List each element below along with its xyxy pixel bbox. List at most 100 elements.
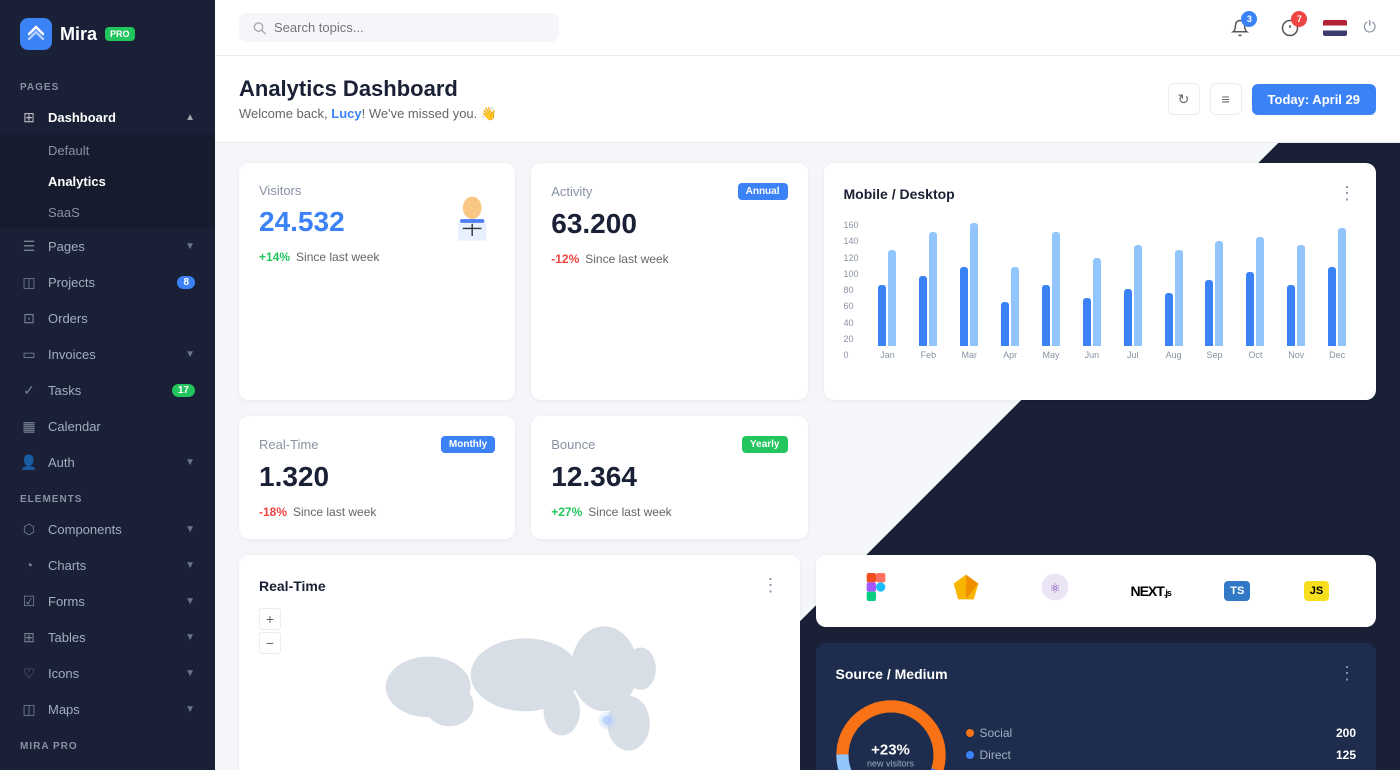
pages-icon: ☰	[20, 237, 38, 255]
sidebar-label-projects: Projects	[48, 275, 95, 290]
bar-group-jan: Jan	[869, 206, 907, 360]
chevron-down-icon-tables: ▼	[185, 632, 195, 643]
bar-dark-aug	[1165, 293, 1173, 346]
auth-icon: 👤	[20, 453, 38, 471]
right-bottom-col: ⚛ NEXT.js TS JS Source / Medium ⋮	[816, 555, 1377, 770]
map-zoom-in-button[interactable]: +	[259, 608, 281, 630]
header-buttons: ↻ ≡ Today: April 29	[1168, 83, 1376, 115]
bar-dark-nov	[1287, 285, 1295, 346]
sidebar-item-dashboard[interactable]: ⊞ Dashboard ▲	[0, 99, 215, 135]
app-name: Mira	[60, 24, 97, 45]
bar-light-mar	[970, 223, 978, 346]
map-menu[interactable]: ⋮	[762, 575, 780, 596]
stats-row-2: Real-Time Monthly 1.320 -18% Since last …	[239, 416, 1376, 539]
visitors-label: Visitors	[259, 183, 301, 198]
sidebar-label-maps: Maps	[48, 702, 80, 717]
tasks-badge: 17	[172, 384, 195, 397]
activity-change: -12%	[551, 252, 579, 266]
bar-dark-sep	[1205, 280, 1213, 346]
sidebar-item-tables[interactable]: ⊞ Tables ▼	[0, 619, 215, 655]
activity-value: 63.200	[551, 208, 787, 240]
realtime-map-card: Real-Time ⋮ + −	[239, 555, 800, 770]
logo-area: Mira PRO	[0, 0, 215, 68]
bar-label-jul: Jul	[1127, 350, 1139, 360]
filter-button[interactable]: ≡	[1210, 83, 1242, 115]
bar-group-aug: Aug	[1155, 206, 1193, 360]
redux-logo: ⚛	[1041, 573, 1077, 609]
sidebar-item-auth[interactable]: 👤 Auth ▼	[0, 444, 215, 480]
bottom-row: Real-Time ⋮ + −	[239, 555, 1376, 770]
sidebar-item-orders[interactable]: ⊡ Orders	[0, 300, 215, 336]
chevron-down-icon-charts: ▼	[185, 560, 195, 571]
notifications-button[interactable]: 3	[1223, 11, 1257, 45]
bar-label-sep: Sep	[1206, 350, 1222, 360]
tech-logos-card: ⚛ NEXT.js TS JS	[816, 555, 1377, 627]
bar-pair-jun	[1083, 206, 1101, 346]
alerts-button[interactable]: 7	[1273, 11, 1307, 45]
bar-light-aug	[1175, 250, 1183, 346]
chart-menu-mobile[interactable]: ⋮	[1338, 183, 1356, 204]
bar-label-apr: Apr	[1003, 350, 1017, 360]
bar-pair-nov	[1287, 206, 1305, 346]
activity-change-label: Since last week	[585, 252, 668, 266]
bar-label-jan: Jan	[880, 350, 895, 360]
y-label-40: 40	[844, 318, 859, 328]
bar-group-jun: Jun	[1073, 206, 1111, 360]
chevron-up-icon: ▲	[185, 112, 195, 123]
dashboard-icon: ⊞	[20, 108, 38, 126]
sidebar-label-tasks: Tasks	[48, 383, 81, 398]
bounce-label: Bounce	[551, 437, 595, 452]
chart-title-mobile: Mobile / Desktop	[844, 186, 955, 202]
notifications-badge: 3	[1241, 11, 1257, 27]
sidebar-item-tasks[interactable]: ✓ Tasks 17	[0, 372, 215, 408]
bar-dark-mar	[960, 267, 968, 346]
source-medium-menu[interactable]: ⋮	[1338, 663, 1356, 684]
bounce-tag: Yearly	[742, 436, 787, 453]
power-button[interactable]: ⏻	[1363, 19, 1376, 37]
sidebar-item-forms[interactable]: ☑ Forms ▼	[0, 583, 215, 619]
calendar-icon: ▦	[20, 417, 38, 435]
sidebar-subitem-default[interactable]: Default	[0, 135, 215, 166]
bar-pair-apr	[1001, 206, 1019, 346]
chevron-down-icon-forms: ▼	[185, 596, 195, 607]
refresh-button[interactable]: ↻	[1168, 83, 1200, 115]
bars-container: JanFebMarAprMayJunJulAugSepOctNovDec	[869, 220, 1356, 380]
realtime-change: -18%	[259, 505, 287, 519]
bar-pair-jan	[878, 206, 896, 346]
map-zoom-out-button[interactable]: −	[259, 632, 281, 654]
icons-icon: ♡	[20, 664, 38, 682]
bounce-stat-card: Bounce Yearly 12.364 +27% Since last wee…	[531, 416, 807, 539]
sidebar-item-invoices[interactable]: ▭ Invoices ▼	[0, 336, 215, 372]
bar-group-jul: Jul	[1114, 206, 1152, 360]
language-flag[interactable]	[1323, 20, 1347, 36]
chevron-down-icon-comp: ▼	[185, 524, 195, 535]
sidebar-item-icons[interactable]: ♡ Icons ▼	[0, 655, 215, 691]
bar-label-oct: Oct	[1248, 350, 1262, 360]
bar-label-may: May	[1042, 350, 1059, 360]
pages-section-label: PAGES	[0, 68, 215, 99]
realtime-stat-card: Real-Time Monthly 1.320 -18% Since last …	[239, 416, 515, 539]
source-medium-title: Source / Medium	[836, 666, 948, 682]
projects-badge: 8	[177, 276, 195, 289]
bar-dark-jul	[1124, 289, 1132, 346]
sidebar-item-maps[interactable]: ◫ Maps ▼	[0, 691, 215, 727]
sidebar-subitem-analytics[interactable]: Analytics	[0, 166, 215, 197]
sidebar-item-pages[interactable]: ☰ Pages ▼	[0, 228, 215, 264]
date-range-button[interactable]: Today: April 29	[1252, 84, 1376, 115]
sidebar-item-calendar[interactable]: ▦ Calendar	[0, 408, 215, 444]
search-input[interactable]	[274, 20, 545, 35]
bar-light-nov	[1297, 245, 1305, 346]
sidebar-subitem-saas[interactable]: SaaS	[0, 197, 215, 228]
sidebar-item-projects[interactable]: ◫ Projects 8	[0, 264, 215, 300]
search-wrapper[interactable]	[239, 13, 559, 42]
bar-group-apr: Apr	[991, 206, 1029, 360]
bar-label-mar: Mar	[961, 350, 977, 360]
sidebar-item-components[interactable]: ⬡ Components ▼	[0, 511, 215, 547]
bar-group-dec: Dec	[1318, 206, 1356, 360]
bar-label-dec: Dec	[1329, 350, 1345, 360]
sidebar-item-charts[interactable]: ◔ Charts ▼	[0, 547, 215, 583]
realtime-footer: -18% Since last week	[259, 505, 495, 519]
y-label-60: 60	[844, 301, 859, 311]
elements-section-label: ELEMENTS	[0, 480, 215, 511]
javascript-logo: JS	[1304, 581, 1329, 601]
